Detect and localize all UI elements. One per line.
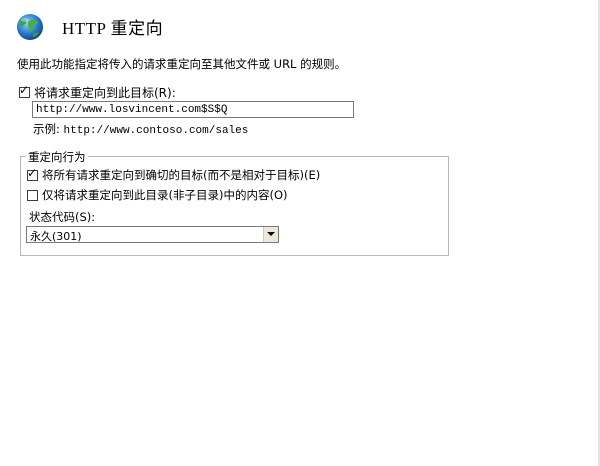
exact-destination-label: 将所有请求重定向到确切的目标(而不是相对于目标)(E) <box>42 168 321 182</box>
example-url: http://www.contoso.com/sales <box>63 125 249 137</box>
redirect-behavior-title: 重定向行为 <box>26 149 88 165</box>
exact-destination-checkbox[interactable]: ✓ <box>27 166 38 181</box>
status-code-label: 状态代码(S): <box>29 210 96 224</box>
example-prefix: 示例: <box>33 122 60 136</box>
example-text: 示例: http://www.contoso.com/sales <box>33 121 248 137</box>
redirect-to-checkbox[interactable]: ✓ <box>19 83 30 98</box>
only-this-directory-row: 仅将请求重定向到此目录(非子目录)中的内容(O) <box>27 187 288 203</box>
exact-destination-row: ✓ 将所有请求重定向到确切的目标(而不是相对于目标)(E) <box>27 166 321 183</box>
page-title: HTTP 重定向 <box>62 19 164 38</box>
only-this-directory-label: 仅将请求重定向到此目录(非子目录)中的内容(O) <box>42 188 288 202</box>
checkmark-icon: ✓ <box>19 83 30 97</box>
feature-description: 使用此功能指定将传入的请求重定向至其他文件或 URL 的规则。 <box>17 57 347 71</box>
chevron-down-icon <box>267 232 275 236</box>
dropdown-button[interactable] <box>263 227 278 242</box>
status-code-value: 永久(301) <box>30 230 82 243</box>
status-code-select[interactable]: 永久(301) <box>26 226 279 243</box>
checkmark-icon: ✓ <box>27 165 38 180</box>
globe-icon <box>17 14 43 40</box>
redirect-to-row: ✓ 将请求重定向到此目标(R): <box>19 83 176 101</box>
redirect-to-label: 将请求重定向到此目标(R): <box>34 86 176 100</box>
only-this-directory-checkbox[interactable] <box>27 189 38 201</box>
redirect-url-input[interactable] <box>32 101 354 118</box>
